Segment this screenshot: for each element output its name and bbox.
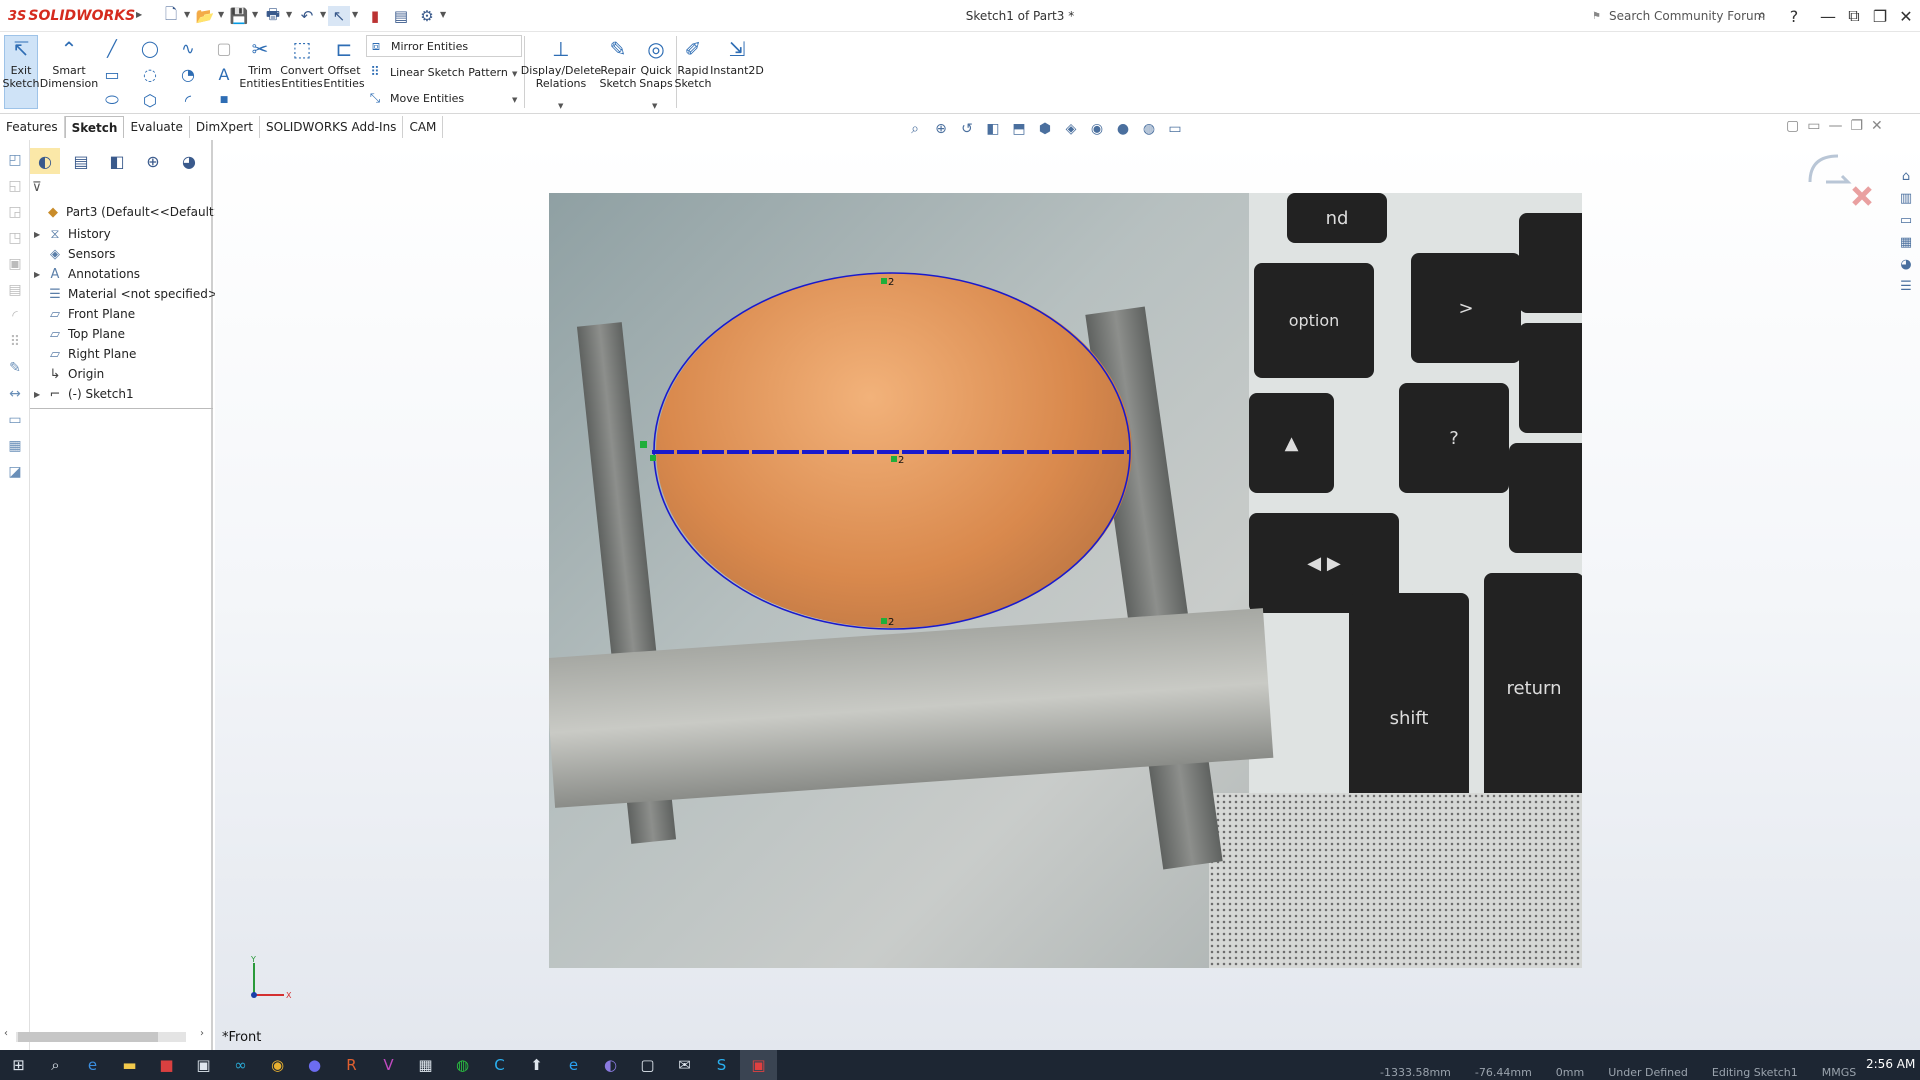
taskbar-clock[interactable]: 2:56 AM <box>1866 1057 1915 1071</box>
solidworks-taskbar-icon[interactable]: ■ <box>148 1050 185 1080</box>
relation-marker-label: 2 <box>888 277 894 288</box>
task-pane-tabs: ⌂ ▥ ▭ ▦ ◕ ☰ <box>1896 166 1920 298</box>
internet-explorer-icon[interactable]: e <box>555 1050 592 1080</box>
relation-marker <box>881 618 887 624</box>
chrome-icon[interactable]: ◉ <box>259 1050 296 1080</box>
solidworks-active-icon[interactable]: ▣ <box>740 1050 777 1080</box>
windows-start-icon[interactable]: ⊞ <box>0 1050 37 1080</box>
cancel-sketch-icon[interactable] <box>1852 186 1872 206</box>
resources-home-icon[interactable]: ⌂ <box>1896 166 1916 186</box>
wechat-icon[interactable]: ◍ <box>444 1050 481 1080</box>
app-arrow-icon[interactable]: ⬆ <box>518 1050 555 1080</box>
file-explorer-icon[interactable]: ▭ <box>1896 210 1916 230</box>
visual-studio-icon[interactable]: V <box>370 1050 407 1080</box>
app-r-icon[interactable]: R <box>333 1050 370 1080</box>
status-z-coordinate: 0mm <box>1555 1066 1585 1079</box>
sketch-overlay: 2 2 2 <box>640 272 1131 630</box>
relation-marker-label: 2 <box>898 455 904 466</box>
file-explorer-icon[interactable]: ▬ <box>111 1050 148 1080</box>
relation-marker <box>881 278 887 284</box>
app-window-icon[interactable]: ▢ <box>629 1050 666 1080</box>
design-library-icon[interactable]: ▥ <box>1896 188 1916 208</box>
endpoint-handle[interactable] <box>650 455 656 461</box>
exit-sketch-corner-icon[interactable] <box>1808 154 1839 183</box>
calculator-icon[interactable]: ▦ <box>407 1050 444 1080</box>
triad-x-label: X <box>286 991 292 1000</box>
relation-marker <box>891 456 897 462</box>
arduino-icon[interactable]: ∞ <box>222 1050 259 1080</box>
edge-icon[interactable]: e <box>74 1050 111 1080</box>
status-x-coordinate: -1333.58mm <box>1380 1066 1451 1079</box>
status-bar-readouts: -1333.58mm -76.44mm 0mm Under Defined Ed… <box>1380 1066 1856 1079</box>
view-palette-icon[interactable]: ▦ <box>1896 232 1916 252</box>
store-icon[interactable]: ▣ <box>185 1050 222 1080</box>
custom-properties-icon[interactable]: ☰ <box>1896 276 1916 296</box>
triad-y-label: Y <box>250 955 256 964</box>
skype-business-icon[interactable]: C <box>481 1050 518 1080</box>
app-icon[interactable]: ● <box>296 1050 333 1080</box>
status-y-coordinate: -76.44mm <box>1474 1066 1532 1079</box>
confirmation-corner <box>1808 154 1872 206</box>
view-name-label: *Front <box>222 1030 262 1045</box>
skype-icon[interactable]: S <box>703 1050 740 1080</box>
status-definition: Under Defined <box>1608 1066 1688 1079</box>
app-circle-icon[interactable]: ◐ <box>592 1050 629 1080</box>
appearances-icon[interactable]: ◕ <box>1896 254 1916 274</box>
taskbar-search-icon[interactable]: ⌕ <box>37 1050 74 1080</box>
status-units[interactable]: MMGS <box>1822 1066 1857 1079</box>
endpoint-handle[interactable] <box>640 441 647 448</box>
mail-icon[interactable]: ✉ <box>666 1050 703 1080</box>
status-mode: Editing Sketch1 <box>1711 1066 1798 1079</box>
relation-marker-label: 2 <box>888 617 894 628</box>
reference-triad: Y X <box>250 955 292 1000</box>
